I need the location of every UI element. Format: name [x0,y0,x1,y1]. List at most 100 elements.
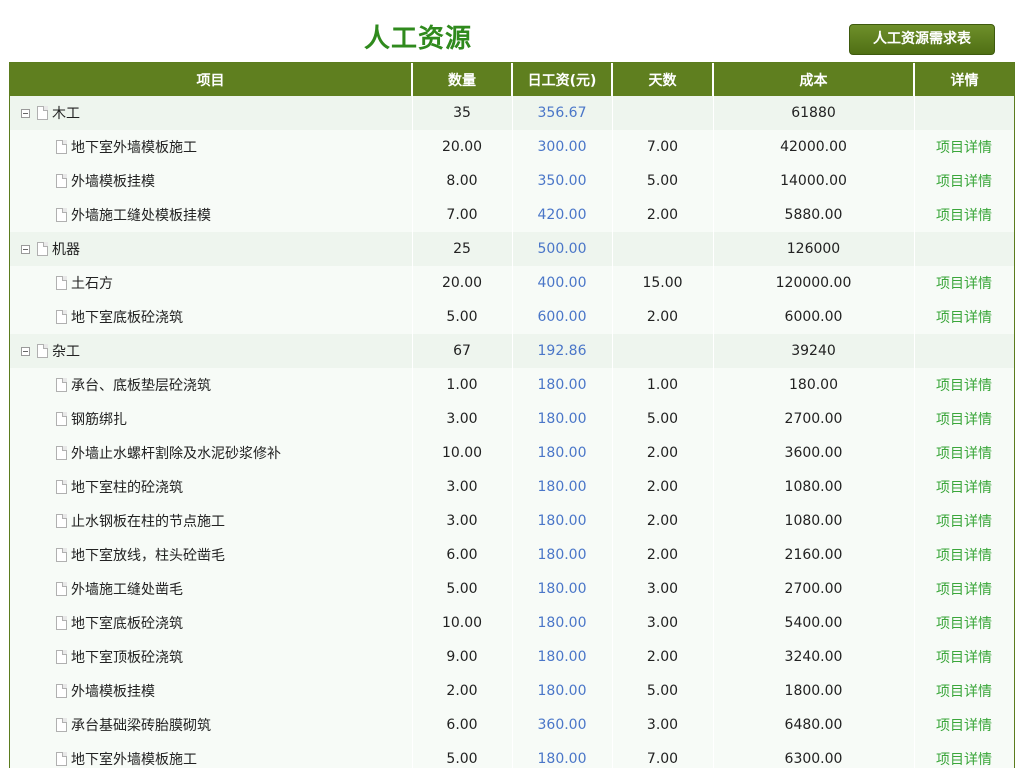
cost-cell: 6300.00 [713,742,915,768]
daily-wage-cell: 180.00 [512,470,613,504]
quantity-cell: 67 [412,334,513,368]
project-detail-link[interactable]: 项目详情 [936,480,992,496]
table-row: 外墙模板挂模 8.00 350.00 5.00 14000.00 项目详情 [10,164,1014,198]
daily-wage-value: 180.00 [537,649,587,665]
daily-wage-cell: 180.00 [512,640,613,674]
project-detail-link[interactable]: 项目详情 [936,650,992,666]
cost-cell: 120000.00 [713,266,915,300]
table-header-row: 项目 数量 日工资(元) 天数 成本 详情 [10,63,1014,96]
item-name: 木工 [52,106,80,122]
daily-wage-value: 180.00 [537,683,587,699]
quantity-cell: 1.00 [412,368,513,402]
file-icon [56,582,67,596]
cost-cell: 2700.00 [713,572,915,606]
quantity-cell: 3.00 [412,470,513,504]
project-detail-link[interactable]: 项目详情 [936,684,992,700]
column-header-detail: 详情 [914,63,1014,96]
item-name: 地下室底板砼浇筑 [71,616,183,632]
project-detail-link[interactable]: 项目详情 [936,412,992,428]
table-row: 地下室柱的砼浇筑 3.00 180.00 2.00 1080.00 项目详情 [10,470,1014,504]
days-cell: 2.00 [612,538,714,572]
days-cell: 3.00 [612,606,714,640]
quantity-value: 6.00 [446,717,478,733]
days-cell: 15.00 [612,266,714,300]
daily-wage-cell: 180.00 [512,368,613,402]
collapse-toggle-icon[interactable] [21,108,30,118]
quantity-cell: 3.00 [412,402,513,436]
project-detail-link[interactable]: 项目详情 [936,718,992,734]
collapse-toggle-icon[interactable] [21,244,30,254]
cost-cell: 1080.00 [713,504,915,538]
item-name-cell: 地下室外墙模板施工 [10,742,413,768]
cost-cell: 1800.00 [713,674,915,708]
item-name: 地下室顶板砼浇筑 [71,650,183,666]
cost-cell: 1080.00 [713,470,915,504]
item-name-cell: 承台、底板垫层砼浇筑 [10,368,413,402]
item-name-cell: 机器 [10,232,413,266]
item-name-wrapper: 机器 [10,232,412,266]
days-value: 15.00 [642,275,683,291]
cost-value: 6480.00 [784,717,843,733]
daily-wage-value: 500.00 [537,241,587,257]
quantity-cell: 35 [412,96,513,130]
days-cell: 2.00 [612,300,714,334]
detail-cell: 项目详情 [914,164,1014,198]
days-value: 2.00 [646,513,679,529]
project-detail-link[interactable]: 项目详情 [936,310,992,326]
table-row: 外墙施工缝处模板挂模 7.00 420.00 2.00 5880.00 项目详情 [10,198,1014,232]
table-row: 承台、底板垫层砼浇筑 1.00 180.00 1.00 180.00 项目详情 [10,368,1014,402]
project-detail-link[interactable]: 项目详情 [936,208,992,224]
table-group-row: 机器 25 500.00 126000 [10,232,1014,266]
item-name-cell: 土石方 [10,266,413,300]
quantity-value: 10.00 [441,615,483,631]
project-detail-link[interactable]: 项目详情 [936,378,992,394]
item-name-cell: 承台基础梁砖胎膜砌筑 [10,708,413,742]
project-detail-link[interactable]: 项目详情 [936,514,992,530]
days-cell: 3.00 [612,572,714,606]
days-value: 2.00 [646,309,679,325]
cost-cell: 3600.00 [713,436,915,470]
cost-cell: 5400.00 [713,606,915,640]
days-cell: 3.00 [612,708,714,742]
cost-value: 1080.00 [784,513,843,529]
days-value: 7.00 [646,751,679,767]
project-detail-link[interactable]: 项目详情 [936,616,992,632]
detail-cell: 项目详情 [914,572,1014,606]
table-row: 外墙施工缝处凿毛 5.00 180.00 3.00 2700.00 项目详情 [10,572,1014,606]
daily-wage-cell: 300.00 [512,130,613,164]
cost-value: 6000.00 [784,309,843,325]
item-name: 承台、底板垫层砼浇筑 [71,378,211,394]
project-detail-link[interactable]: 项目详情 [936,548,992,564]
file-icon [56,514,67,528]
table-row: 地下室底板砼浇筑 5.00 600.00 2.00 6000.00 项目详情 [10,300,1014,334]
file-icon [56,276,67,290]
project-detail-link[interactable]: 项目详情 [936,752,992,768]
cost-value: 2160.00 [784,547,843,563]
file-icon [37,344,48,358]
days-cell [612,334,714,368]
item-name-cell: 地下室柱的砼浇筑 [10,470,413,504]
project-detail-link[interactable]: 项目详情 [936,276,992,292]
collapse-toggle-icon[interactable] [21,346,30,356]
quantity-value: 9.00 [446,649,478,665]
daily-wage-value: 600.00 [537,309,587,325]
cost-cell: 6000.00 [713,300,915,334]
item-name-cell: 地下室顶板砼浇筑 [10,640,413,674]
project-detail-link[interactable]: 项目详情 [936,174,992,190]
detail-cell [914,334,1014,368]
quantity-cell: 3.00 [412,504,513,538]
table-row: 钢筋绑扎 3.00 180.00 5.00 2700.00 项目详情 [10,402,1014,436]
labor-demand-button[interactable]: 人工资源需求表 [849,24,995,55]
item-name-cell: 外墙施工缝处凿毛 [10,572,413,606]
quantity-value: 5.00 [446,309,478,325]
days-value: 3.00 [646,581,679,597]
project-detail-link[interactable]: 项目详情 [936,446,992,462]
table-row: 外墙止水螺杆割除及水泥砂浆修补 10.00 180.00 2.00 3600.00 项目详… [10,436,1014,470]
project-detail-link[interactable]: 项目详情 [936,582,992,598]
days-value: 5.00 [646,683,679,699]
item-name: 杂工 [52,344,80,360]
project-detail-link[interactable]: 项目详情 [936,140,992,156]
detail-cell [914,96,1014,130]
quantity-value: 8.00 [446,173,478,189]
days-value: 3.00 [646,717,679,733]
